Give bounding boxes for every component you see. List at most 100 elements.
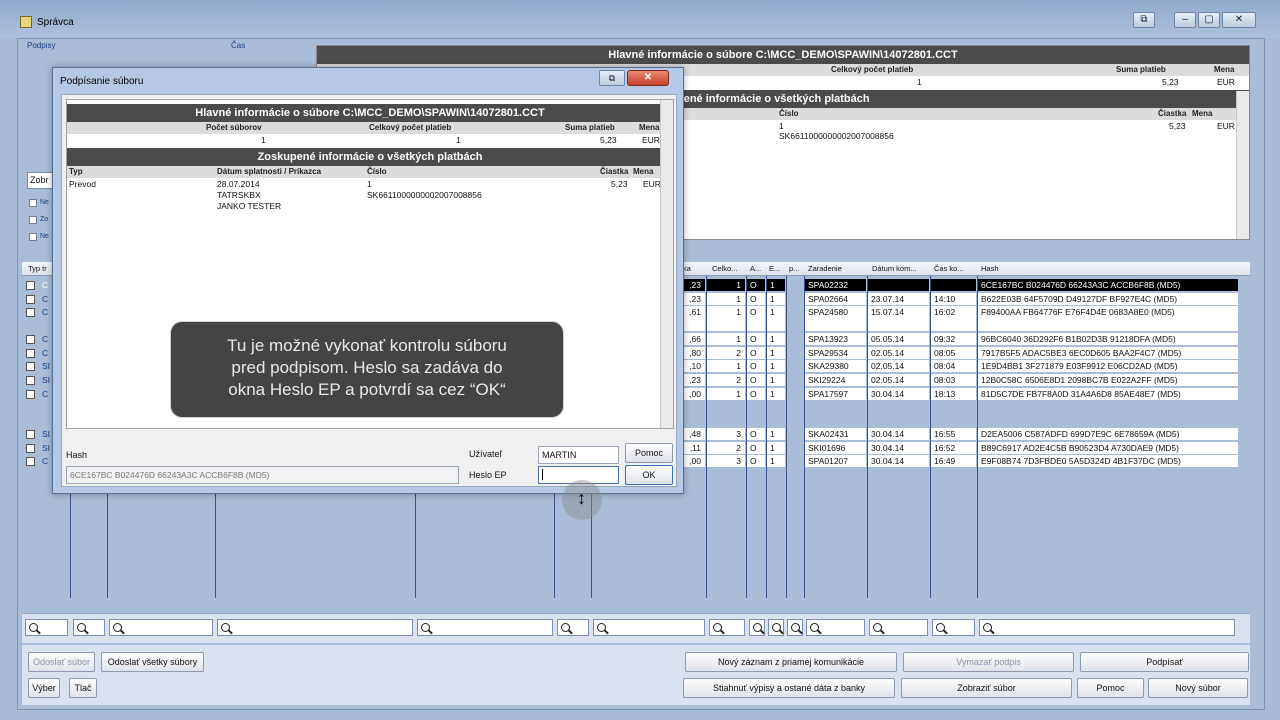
row-cell-c: 3: [707, 455, 745, 467]
dialog-scrollbar[interactable]: [660, 100, 673, 428]
row-cell-e: 1: [767, 293, 785, 305]
row-cell-h: 08:05: [931, 347, 976, 359]
row-cell-hash: F89400AA FB64776F E76F4D4E 0683A8E0 (MD5…: [978, 306, 1238, 331]
row-checkbox[interactable]: [26, 376, 35, 385]
dialog-col-file-count: Počet súborov: [206, 123, 262, 132]
col-p[interactable]: p...: [789, 264, 799, 273]
row-cell-e: 1: [767, 306, 785, 331]
row-cell-e: 1: [767, 347, 785, 359]
dialog-col-currency: Mena: [639, 123, 660, 132]
row-checkbox[interactable]: [26, 349, 35, 358]
row-cell-z: SPA24580: [805, 306, 866, 331]
row-cell-d: 02.05.14: [868, 360, 929, 372]
delete-signature-button[interactable]: Vymazať podpis: [903, 652, 1074, 672]
search-icon: [772, 623, 781, 632]
time-header: Čas: [231, 41, 246, 50]
send-all-files-button[interactable]: Odoslať všetky súbory: [101, 652, 204, 672]
row-cell-h: 16:55: [931, 428, 976, 440]
row-cell-e: 1: [767, 360, 785, 372]
row-checkbox[interactable]: [26, 308, 35, 317]
window-extra-button[interactable]: ⧉: [1133, 12, 1155, 28]
dialog-g-col-amount: Čiastka: [600, 167, 629, 176]
search-field[interactable]: [73, 619, 105, 636]
dialog-total: 1: [456, 135, 461, 145]
minimize-button[interactable]: –: [1174, 12, 1196, 28]
search-field[interactable]: [806, 619, 865, 636]
user-field[interactable]: MARTIN: [538, 446, 619, 464]
row-checkbox[interactable]: [26, 430, 35, 439]
new-record-button[interactable]: Nový záznam z priamej komunikácie: [685, 652, 897, 672]
row-cell-e: 1: [767, 455, 785, 467]
left-filter-checkbox-1[interactable]: [29, 199, 37, 207]
row-type: C: [42, 294, 49, 304]
search-field[interactable]: [25, 619, 68, 636]
search-field[interactable]: [709, 619, 745, 636]
search-field[interactable]: [593, 619, 705, 636]
dialog-main-title: Hlavné informácie o súbore C:\MCC_DEMO\S…: [67, 104, 673, 122]
row-cell-z: SKA29380: [805, 360, 866, 372]
dialog-content: Hlavné informácie o súbore C:\MCC_DEMO\S…: [61, 94, 677, 487]
row-checkbox[interactable]: [26, 281, 35, 290]
select-button[interactable]: Výber: [28, 678, 60, 698]
search-icon: [113, 623, 122, 632]
dialog-g-payer: JANKO TESTER: [217, 201, 282, 211]
close-button[interactable]: ✕: [1222, 12, 1256, 28]
row-checkbox[interactable]: [26, 444, 35, 453]
maximize-button[interactable]: ▢: [1198, 12, 1220, 28]
show-file-button[interactable]: Zobraziť súbor: [901, 678, 1072, 698]
search-icon: [810, 623, 819, 632]
search-icon: [597, 623, 606, 632]
search-field[interactable]: [768, 619, 784, 636]
row-type: C: [42, 334, 49, 344]
search-field[interactable]: [749, 619, 765, 636]
row-cell-s: O: [747, 360, 765, 372]
search-field[interactable]: [109, 619, 213, 636]
col-category[interactable]: Zaradenie: [808, 264, 842, 273]
info-panel-scrollbar[interactable]: [1236, 91, 1249, 239]
col-e[interactable]: E...: [769, 264, 780, 273]
row-checkbox[interactable]: [26, 390, 35, 399]
search-field[interactable]: [869, 619, 928, 636]
search-field[interactable]: [932, 619, 975, 636]
col-a[interactable]: A...: [750, 264, 761, 273]
row-checkbox[interactable]: [26, 362, 35, 371]
download-statements-button[interactable]: Stiahnuť výpisy a ostané dáta z banky: [683, 678, 895, 698]
left-filter-checkbox-2[interactable]: [29, 216, 37, 224]
ok-button[interactable]: OK: [625, 465, 673, 485]
sum-value: 5,23: [1162, 77, 1179, 87]
left-filter-checkbox-3[interactable]: [29, 233, 37, 241]
search-field[interactable]: [417, 619, 553, 636]
search-field[interactable]: [217, 619, 413, 636]
row-cell-z: SPA02664: [805, 293, 866, 305]
sign-button[interactable]: Podpísať: [1080, 652, 1249, 672]
col-total-grid[interactable]: Celko...: [712, 264, 737, 273]
dialog-group-title: Zoskupené informácie o všetkých platbách: [67, 148, 673, 166]
search-field[interactable]: [557, 619, 589, 636]
new-file-button[interactable]: Nový súbor: [1148, 678, 1248, 698]
row-checkbox[interactable]: [26, 295, 35, 304]
dialog-help-button[interactable]: Pomoc: [625, 443, 673, 463]
col-hash[interactable]: Hash: [981, 264, 999, 273]
dialog-close-button[interactable]: ✕: [627, 70, 669, 86]
print-button[interactable]: Tlač: [69, 678, 97, 698]
row-cell-hash: 96BC6040 36D292F6 B1B02D3B 91218DFA (MD5…: [978, 333, 1238, 345]
col-comm-date[interactable]: Dátum kom...: [872, 264, 917, 273]
search-field[interactable]: [979, 619, 1235, 636]
row-cell-d: 05.05.14: [868, 333, 929, 345]
row-cell-c: 1: [707, 333, 745, 345]
search-field[interactable]: [787, 619, 803, 636]
search-icon: [29, 623, 38, 632]
row-checkbox[interactable]: [26, 457, 35, 466]
send-file-button[interactable]: Odoslať súbor: [28, 652, 95, 672]
row-cell-z: SKI29224: [805, 374, 866, 386]
col-type[interactable]: Typ tr: [28, 264, 47, 273]
row-cell-h: 08:04: [931, 360, 976, 372]
dialog-group-header: Typ Dátum splatnosti / Príkazca Číslo Či…: [67, 166, 673, 178]
row-cell-d: 02.05.14: [868, 374, 929, 386]
col-comm-time[interactable]: Čas ko...: [934, 264, 964, 273]
hash-field: 6CE167BC B024476D 66243A3C ACCB6F8B (MD5…: [66, 466, 459, 484]
dialog-restore-button[interactable]: ⧉: [599, 70, 625, 86]
row-cell-s: O: [747, 306, 765, 331]
row-checkbox[interactable]: [26, 335, 35, 344]
help-button[interactable]: Pomoc: [1077, 678, 1144, 698]
